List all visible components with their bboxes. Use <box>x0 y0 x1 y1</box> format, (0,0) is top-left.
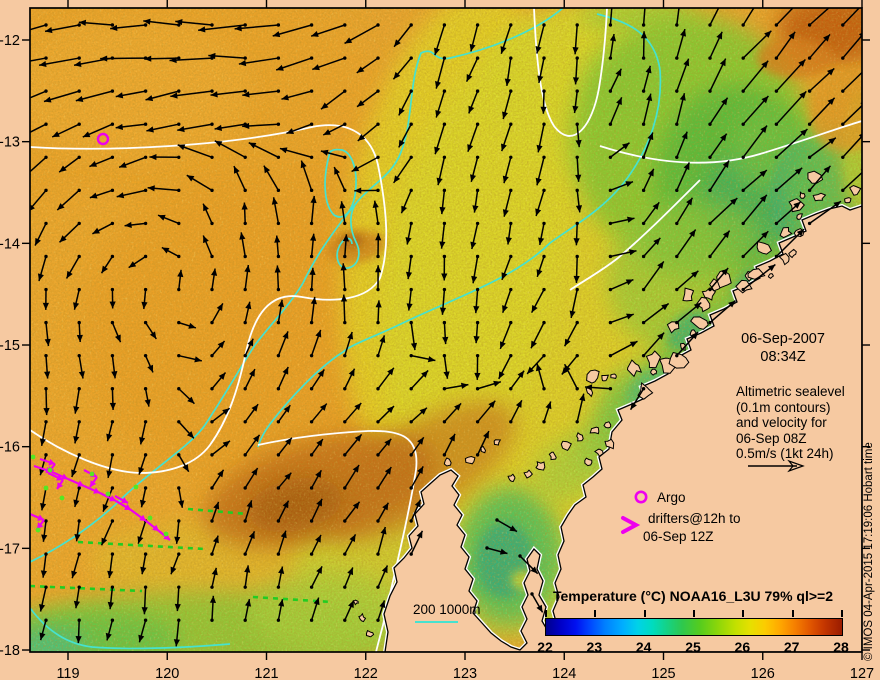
drifters-legend-line2: 06-Sep 12Z <box>643 529 714 544</box>
colorbar-title: Temperature (°C) NOAA16_L3U 79% ql>=2 <box>553 588 833 604</box>
x-axis-tick-label: 127 <box>850 666 874 680</box>
altimetric-note-line3: and velocity for <box>736 415 827 430</box>
altimetric-note: Altimetric sealevel (0.1m contours) and … <box>736 384 845 462</box>
colorbar-tick-label: 23 <box>586 639 603 655</box>
depth-contour-legend-line <box>415 621 458 623</box>
colorbar-tick-label: 26 <box>734 639 751 655</box>
y-axis-tick-label: -13 <box>0 135 20 151</box>
velocity-scale-arrow-icon <box>748 459 805 473</box>
x-axis-tick-label: 120 <box>155 666 179 680</box>
colorbar-tick <box>545 610 547 617</box>
timestamp-time: 08:34Z <box>760 349 806 365</box>
x-axis-tick-label: 121 <box>254 666 278 680</box>
timestamp-date: 06-Sep-2007 <box>741 331 825 347</box>
altimetric-note-line1: Altimetric sealevel <box>736 384 845 399</box>
altimetric-note-line2: (0.1m contours) <box>736 399 831 415</box>
colorbar-tick-label: 27 <box>783 639 800 655</box>
depth-contour-legend-label: 200 1000m <box>413 602 481 617</box>
x-axis-tick-label: 125 <box>651 666 675 680</box>
y-axis-tick-label: -17 <box>0 541 20 557</box>
y-axis-tick-label: -15 <box>0 338 20 354</box>
copyright-watermark: © IMOS 04-Apr-2015 17:19:06 Hobart time <box>863 442 875 661</box>
colorbar-tick <box>643 610 646 617</box>
y-axis-tick-label: -12 <box>0 33 20 49</box>
colorbar-tick-labels: 22 23 24 25 26 27 28 <box>537 639 849 655</box>
ocean-current-map-figure: 119 120 121 122 123 124 125 126 127 -12 -13 -14 -15 -… <box>0 0 880 680</box>
altimetric-note-line4: 06-Sep 08Z <box>736 430 807 446</box>
x-axis-tick-label: 123 <box>453 666 477 680</box>
colorbar-tick-label: 24 <box>635 639 652 655</box>
colorbar-tick <box>594 610 597 617</box>
colorbar-tick-label: 22 <box>537 639 553 655</box>
colorbar-tick <box>742 610 745 617</box>
y-axis-tick-label: -18 <box>0 643 20 659</box>
x-axis-tick-label: 126 <box>751 666 775 680</box>
x-axis-tick-label: 119 <box>56 666 79 680</box>
colorbar-tick-label: 25 <box>685 639 701 655</box>
x-axis-tick-label: 122 <box>354 666 378 680</box>
argo-marker-icon <box>634 490 648 504</box>
colorbar-gradient <box>545 610 843 636</box>
colorbar-tick <box>841 610 843 617</box>
colorbar-tick <box>693 610 695 617</box>
argo-legend-label: Argo <box>657 490 686 505</box>
x-axis-tick-label: 124 <box>552 666 576 680</box>
colorbar-tick <box>791 610 794 617</box>
drifter-arrow-icon <box>621 516 641 534</box>
colorbar-tick-label: 28 <box>833 639 849 655</box>
y-axis-tick-label: -14 <box>0 236 20 252</box>
drifters-legend-line1: drifters@12h to <box>648 511 741 526</box>
y-axis-tick-label: -16 <box>0 440 20 456</box>
